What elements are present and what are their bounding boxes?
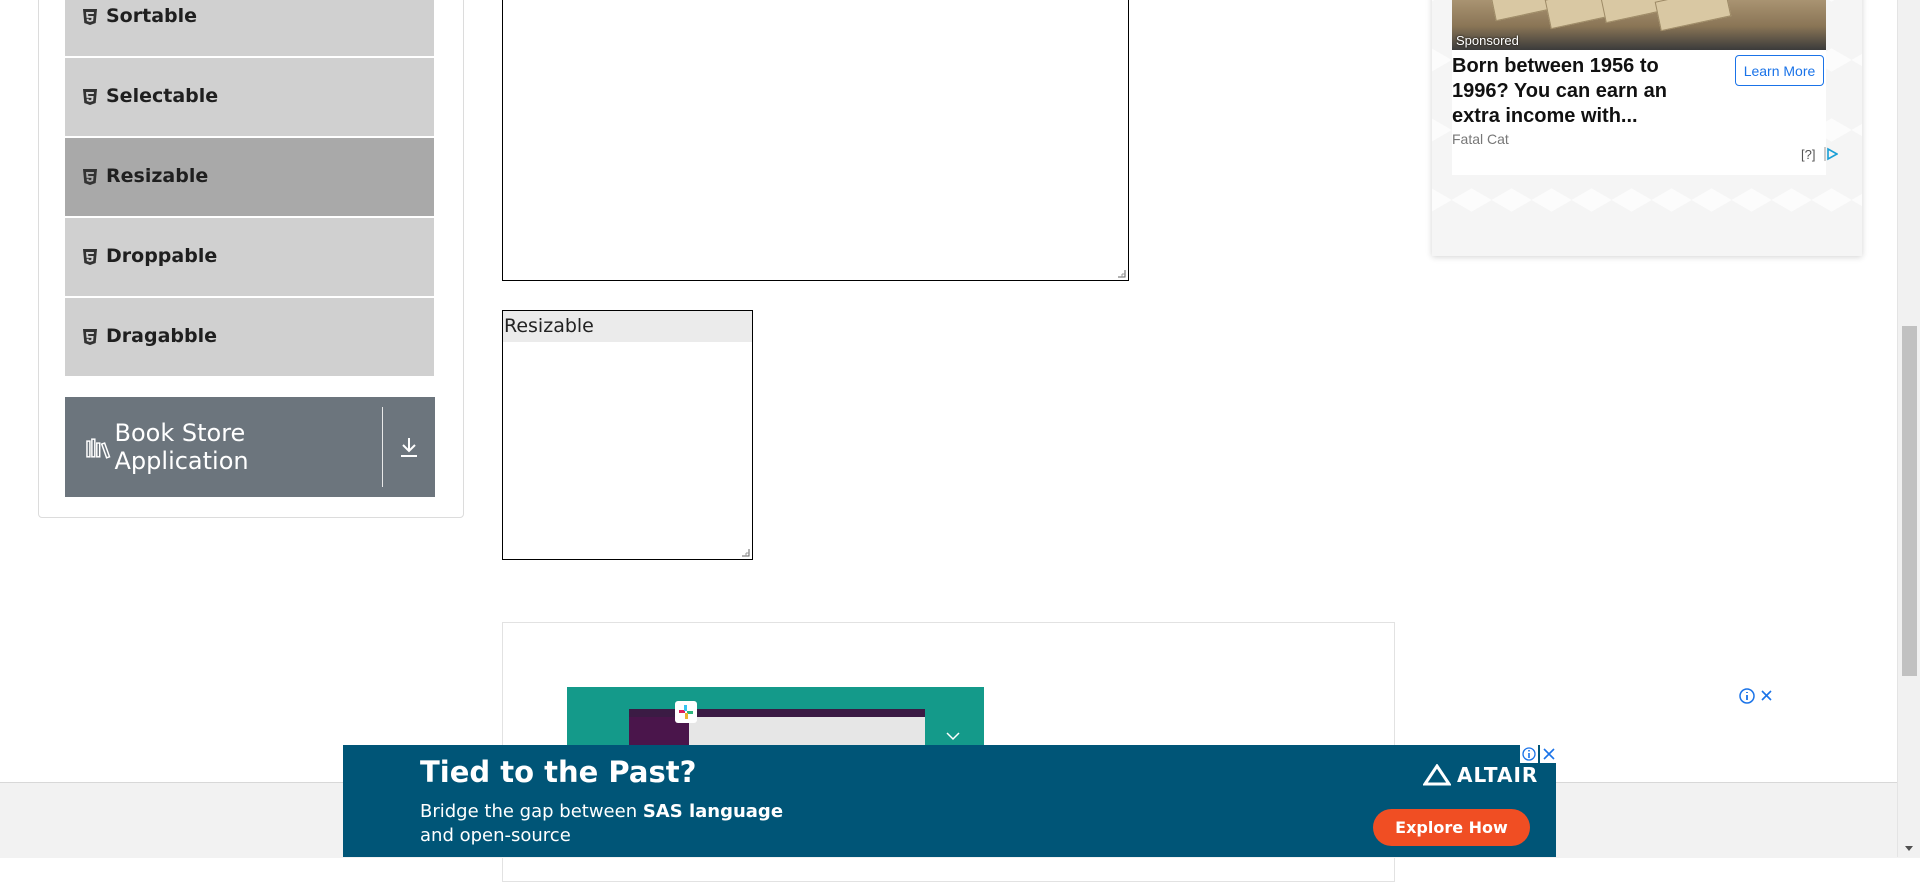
sidebar-item-label: Sortable [106,5,198,27]
vertical-scrollbar[interactable] [1897,0,1920,857]
sidebar-item-label: Resizable [106,165,209,187]
scroll-down-arrow-icon[interactable] [1904,845,1914,853]
sidebar-item-label: Dragabble [106,325,217,347]
chevron-down-icon [946,732,960,741]
ad-controls [1738,687,1776,710]
books-icon [86,438,111,459]
adchoices-icon[interactable] [1824,147,1838,161]
sponsored-ad[interactable]: Sponsored Born between 1956 to 1996? You… [1452,0,1838,175]
ad-info-icon[interactable] [1520,745,1538,763]
altair-banner-ad[interactable]: Tied to the Past? Bridge the gap between… [343,745,1558,857]
banner-subtext: Bridge the gap between SAS language and … [420,800,860,848]
download-button[interactable] [383,397,435,497]
slack-logo-icon [675,701,697,723]
ad-headline[interactable]: Born between 1956 to 1996? You can earn … [1452,54,1692,129]
sidebar-item-dragabble[interactable]: Dragabble [65,298,434,376]
banner-subtext-prefix: Bridge the gap between [420,801,643,822]
resizable-box[interactable]: Resizable [502,310,753,560]
sidebar-item-sortable[interactable]: Sortable [65,0,434,56]
html5-icon [83,89,97,105]
close-icon[interactable] [1540,745,1558,763]
html5-icon [83,169,97,185]
ad-source[interactable]: Fatal Cat [1452,131,1509,147]
sponsored-ad-card: Sponsored Born between 1956 to 1996? You… [1432,0,1862,256]
html5-icon [83,9,97,25]
banner-subtext-line2: and open-source [420,825,571,846]
banner-subtext-bold: SAS language [642,801,784,822]
resizable-box-label: Resizable [503,311,752,342]
ad-info-icon[interactable] [1738,687,1776,705]
resize-handle-icon[interactable] [741,548,750,557]
download-icon [401,438,417,457]
resize-handle-icon[interactable] [1117,269,1126,278]
resizable-box-restricted[interactable] [502,0,1129,281]
banner-headline: Tied to the Past? [420,755,697,789]
altair-triangle-icon [1423,764,1451,786]
explore-how-button[interactable]: Explore How [1373,809,1530,846]
scrollbar-thumb[interactable] [1902,326,1917,676]
sponsored-badge: Sponsored [1456,33,1519,48]
book-store-application-button[interactable]: Book Store Application [65,397,435,497]
sidebar-item-selectable[interactable]: Selectable [65,58,434,136]
ad-choice-link[interactable]: [?] [1801,147,1815,162]
sidebar-item-label: Droppable [106,245,218,267]
altair-logo: ALTAIR [1423,763,1538,787]
book-store-label: Book Store Application [114,419,249,475]
banner-ad-controls [1518,745,1558,763]
sidebar-item-resizable[interactable]: Resizable [65,138,434,216]
sidebar-item-droppable[interactable]: Droppable [65,218,434,296]
html5-icon [83,249,97,265]
html5-icon [83,329,97,345]
ad-image[interactable]: Sponsored [1452,0,1826,50]
brand-name: ALTAIR [1457,763,1539,787]
sidebar-item-label: Selectable [106,85,219,107]
learn-more-button[interactable]: Learn More [1735,55,1824,86]
book-store-link[interactable]: Book Store Application [65,397,382,497]
